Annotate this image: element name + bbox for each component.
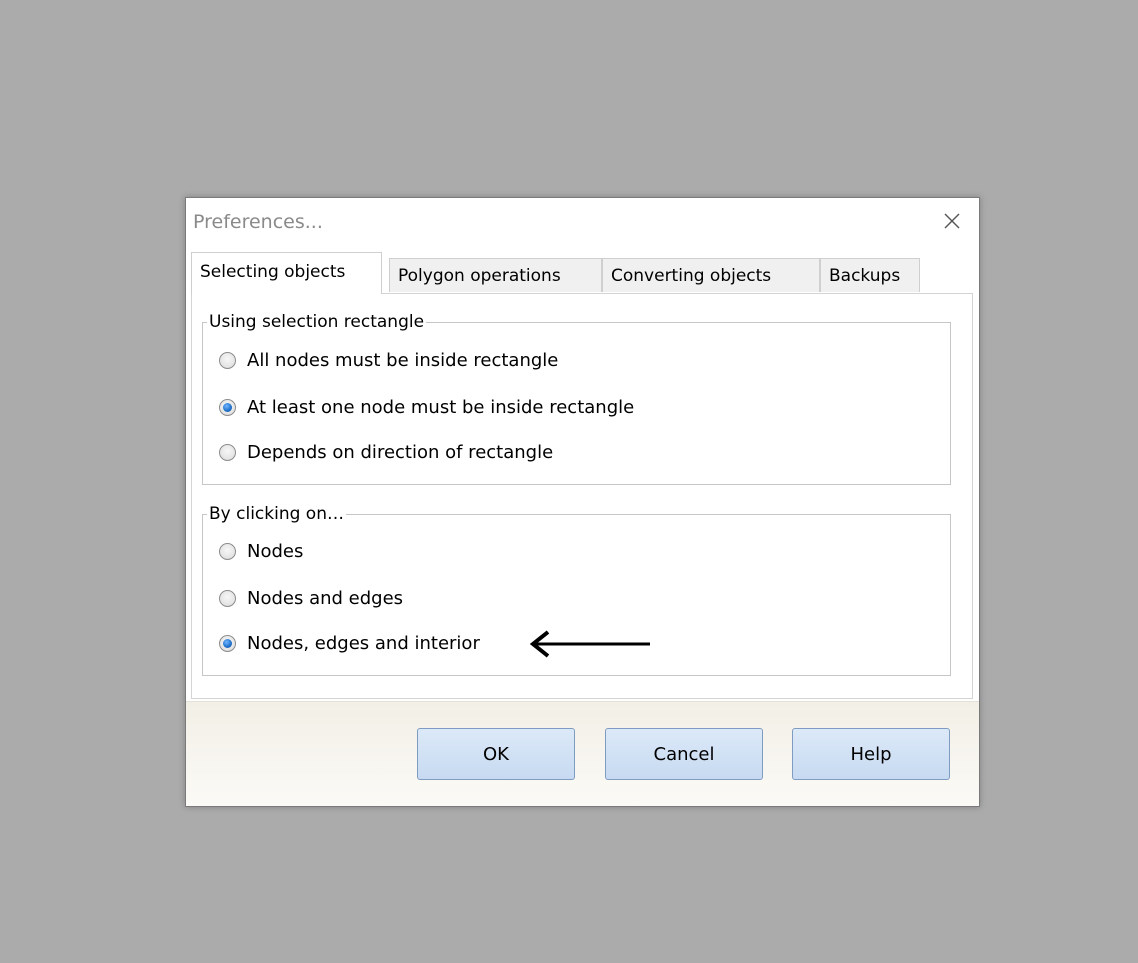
radio-button[interactable] — [219, 589, 236, 607]
close-icon — [944, 213, 960, 229]
radio-at-least-one-node[interactable]: At least one node must be inside rectang… — [219, 394, 634, 420]
radio-button[interactable] — [219, 443, 236, 461]
radio-label: Nodes, edges and interior — [247, 632, 480, 654]
radio-button-selected[interactable] — [219, 398, 236, 416]
radio-label: Nodes — [247, 540, 304, 562]
radio-nodes-edges-interior[interactable]: Nodes, edges and interior — [219, 630, 480, 656]
ok-button[interactable]: OK — [417, 728, 575, 780]
radio-nodes-and-edges[interactable]: Nodes and edges — [219, 585, 403, 611]
tab-backups[interactable]: Backups — [820, 258, 920, 292]
selection-rectangle-group: Using selection rectangle All nodes must… — [202, 311, 951, 485]
radio-label: At least one node must be inside rectang… — [247, 396, 635, 418]
group-legend: Using selection rectangle — [207, 311, 427, 333]
tab-polygon-operations[interactable]: Polygon operations — [389, 258, 602, 292]
radio-depends-on-direction[interactable]: Depends on direction of rectangle — [219, 439, 553, 465]
dialog-title: Preferences... — [193, 211, 323, 233]
radio-nodes[interactable]: Nodes — [219, 538, 303, 564]
cancel-button[interactable]: Cancel — [605, 728, 763, 780]
preferences-dialog: Preferences... Selecting objects Polygon… — [185, 197, 980, 807]
left-arrow-icon — [529, 630, 650, 658]
button-bar: OK Cancel Help — [186, 701, 979, 806]
group-legend: By clicking on… — [207, 503, 346, 525]
radio-button[interactable] — [219, 351, 236, 369]
help-button[interactable]: Help — [792, 728, 950, 780]
close-button[interactable] — [937, 206, 967, 236]
radio-button[interactable] — [219, 542, 236, 560]
tab-selecting-objects[interactable]: Selecting objects — [191, 252, 382, 294]
tab-converting-objects[interactable]: Converting objects — [602, 258, 820, 292]
radio-button-selected[interactable] — [219, 634, 236, 652]
radio-label: All nodes must be inside rectangle — [247, 349, 559, 371]
radio-label: Depends on direction of rectangle — [247, 441, 554, 463]
radio-all-nodes[interactable]: All nodes must be inside rectangle — [219, 347, 558, 373]
radio-label: Nodes and edges — [247, 587, 404, 609]
